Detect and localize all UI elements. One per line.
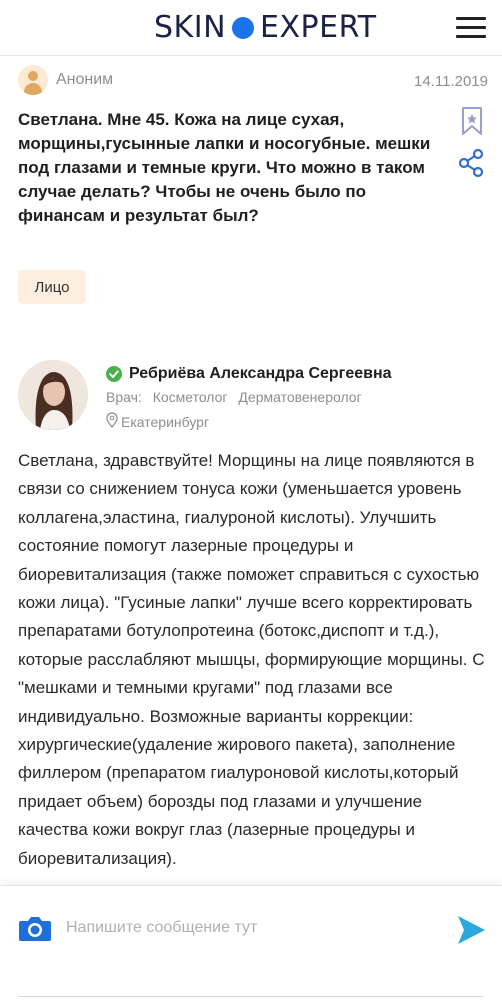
logo[interactable]: SKIN EXPERT bbox=[154, 10, 377, 45]
message-input[interactable] bbox=[66, 910, 436, 946]
anonymous-avatar-icon bbox=[18, 65, 48, 95]
bookmark-icon[interactable] bbox=[461, 106, 483, 136]
divider bbox=[18, 996, 484, 997]
role-cosmetologist: Косметолог bbox=[152, 389, 228, 405]
logo-dot-icon bbox=[232, 16, 255, 39]
camera-icon[interactable] bbox=[18, 913, 52, 943]
share-icon[interactable] bbox=[457, 148, 485, 178]
doctor-name[interactable]: Ребриёва Александра Сергеевна bbox=[129, 365, 392, 383]
question-date: 14.11.2019 bbox=[414, 73, 488, 90]
doctor-name-row: Ребриёва Александра Сергеевна bbox=[106, 365, 392, 383]
question-meta: Аноним 14.11.2019 bbox=[18, 65, 488, 95]
question-author: Аноним bbox=[56, 71, 114, 88]
hamburger-icon[interactable] bbox=[456, 17, 486, 39]
send-icon[interactable] bbox=[456, 914, 486, 946]
logo-text-expert: EXPERT bbox=[260, 10, 377, 45]
app-header: SKIN EXPERT bbox=[0, 0, 502, 56]
location-pin-icon bbox=[106, 412, 118, 431]
answer-text: Светлана, здравствуйте! Морщины на лице … bbox=[18, 451, 485, 868]
tag-chip[interactable]: Лицо bbox=[18, 270, 86, 304]
doctor-avatar[interactable] bbox=[18, 360, 88, 430]
compose-bar bbox=[0, 885, 502, 977]
doctor-city: Екатеринбург bbox=[121, 413, 210, 430]
doctor-roles: Врач: Косметолог Дерматовенеролог bbox=[106, 389, 369, 405]
role-dermatologist: Дерматовенеролог bbox=[238, 389, 362, 405]
question-text: Светлана. Мне 45. Кожа на лице сухая, мо… bbox=[18, 110, 431, 225]
verified-check-icon bbox=[106, 366, 122, 382]
logo-text-skin: SKIN bbox=[154, 10, 227, 45]
doctor-location: Екатеринбург bbox=[106, 412, 209, 431]
role-label: Врач: bbox=[106, 389, 142, 405]
